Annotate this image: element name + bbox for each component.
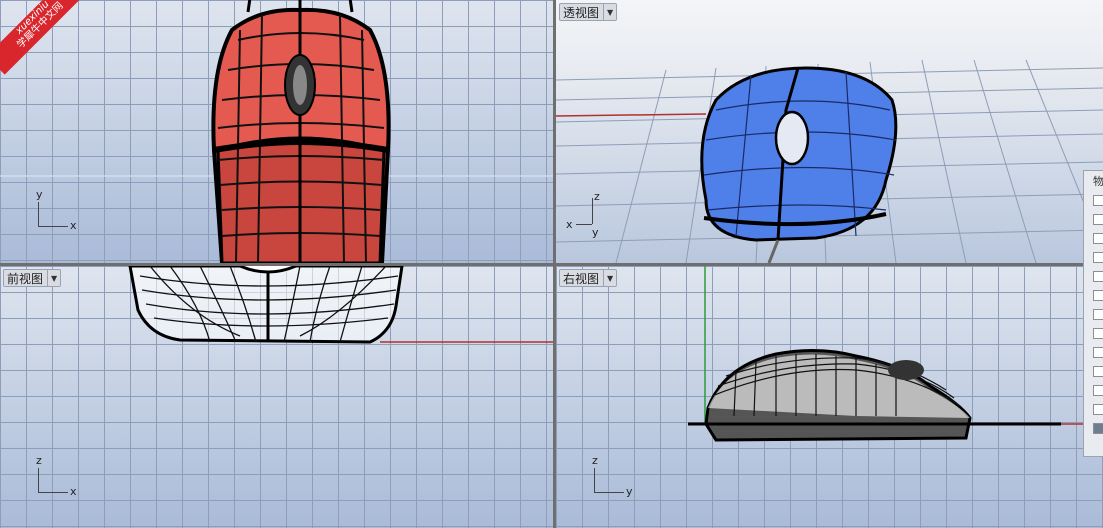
axis-indicator-top: y x	[36, 188, 77, 232]
chevron-down-icon[interactable]: ▼	[603, 4, 616, 20]
mouse-perspective-view	[556, 59, 1103, 263]
panel-title: 物	[1093, 175, 1103, 188]
properties-panel[interactable]: 物	[1083, 170, 1103, 457]
viewport-label: 透视图	[563, 5, 600, 20]
viewport-title-right[interactable]: 右视图 ▼	[559, 269, 618, 287]
panel-checkbox[interactable]	[1093, 347, 1103, 358]
panel-checkbox[interactable]	[1093, 385, 1103, 396]
axis-indicator-right: z y	[592, 454, 633, 498]
mouse-top-view	[0, 0, 553, 263]
axis-indicator-front: z x	[36, 454, 77, 498]
panel-checkbox[interactable]	[1093, 252, 1103, 263]
panel-checkbox[interactable]	[1093, 404, 1103, 415]
viewport-perspective[interactable]: 透视图 ▼ z x y	[556, 0, 1103, 263]
panel-checkbox[interactable]	[1093, 271, 1103, 282]
chevron-down-icon[interactable]: ▼	[603, 270, 616, 286]
viewport-front[interactable]: 前视图 ▼ z x	[0, 266, 553, 528]
panel-checkbox[interactable]	[1093, 214, 1103, 225]
viewport-label: 前视图	[7, 271, 44, 286]
mouse-right-view	[688, 266, 1103, 442]
viewport-title-front[interactable]: 前视图 ▼	[3, 269, 62, 287]
panel-checkbox[interactable]	[1093, 366, 1103, 377]
axis-indicator-perspective: z x y	[566, 190, 600, 239]
panel-checkbox[interactable]	[1093, 309, 1103, 320]
chevron-down-icon[interactable]: ▼	[47, 270, 60, 286]
panel-checkbox[interactable]	[1093, 290, 1103, 301]
viewport-label: 右视图	[563, 271, 600, 286]
panel-checkbox[interactable]	[1093, 233, 1103, 244]
mouse-front-view	[128, 266, 553, 344]
panel-checkbox[interactable]	[1093, 423, 1103, 434]
panel-checkbox[interactable]	[1093, 328, 1103, 339]
viewport-right[interactable]: 右视图 ▼ z y	[556, 266, 1103, 528]
panel-checkbox[interactable]	[1093, 195, 1103, 206]
viewport-top[interactable]: y x	[0, 0, 553, 263]
viewport-title-perspective[interactable]: 透视图 ▼	[559, 3, 618, 21]
